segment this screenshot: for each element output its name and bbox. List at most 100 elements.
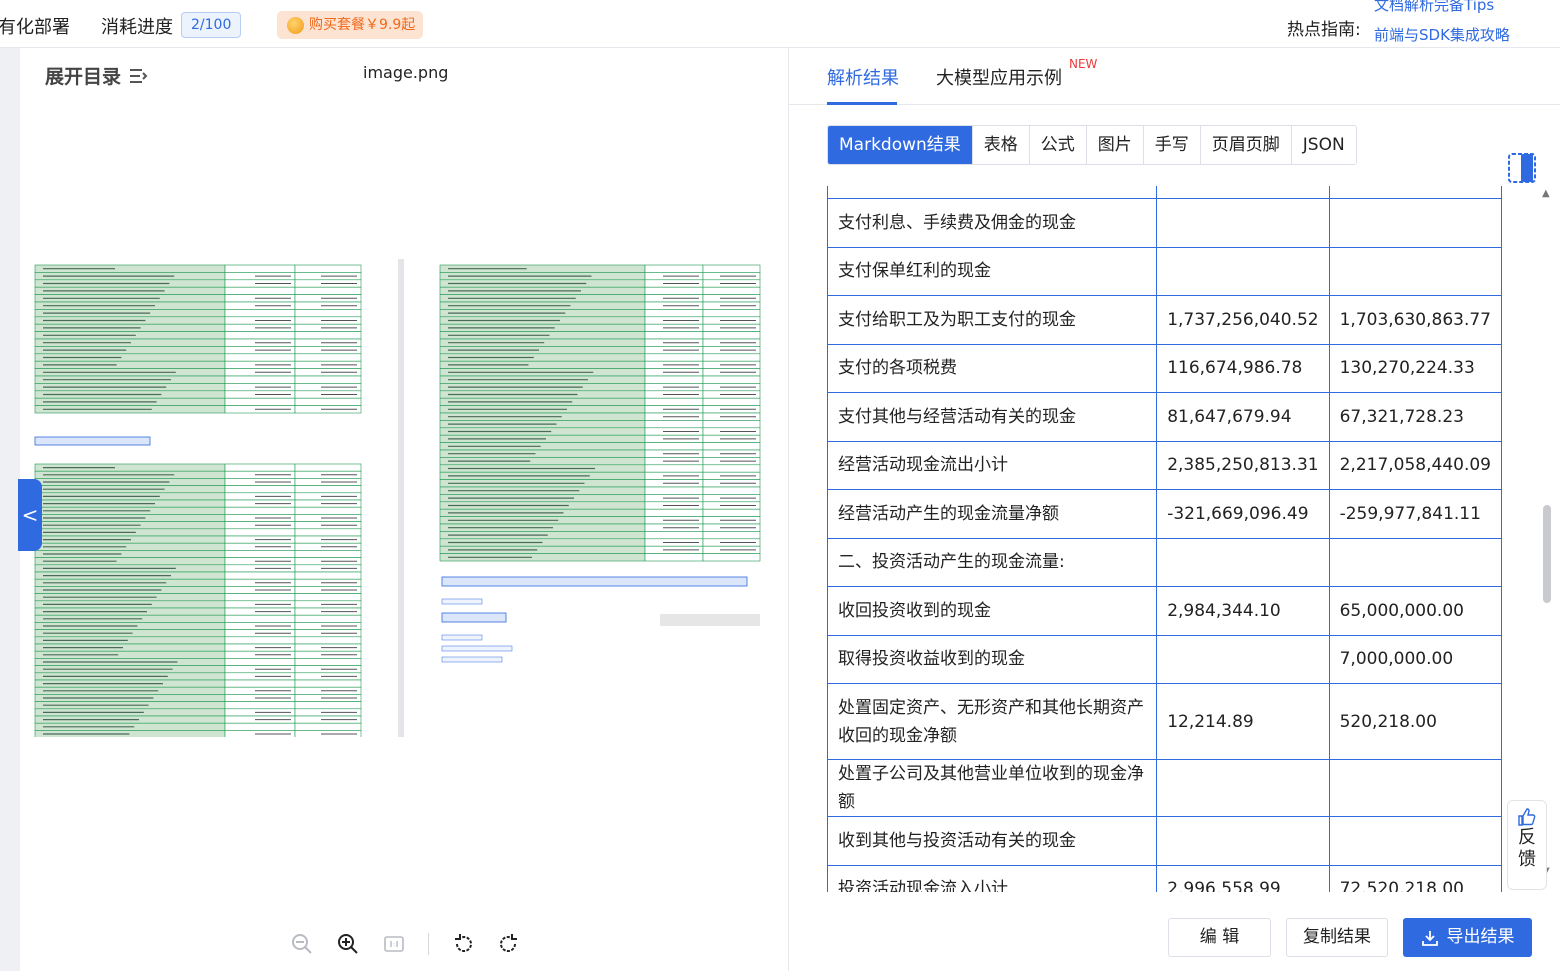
row-label-cell: 支付利息、手续费及佣金的现金	[827, 198, 1158, 248]
current-period-cell	[1156, 816, 1330, 866]
row-label-cell: 支付保单红利的现金	[827, 246, 1158, 296]
scan-cell	[702, 420, 761, 429]
page-left-scan	[34, 264, 362, 737]
scan-cell	[294, 571, 362, 580]
scan-cell	[224, 264, 296, 273]
toc-toggle-label: 展开目录	[45, 66, 122, 88]
scroll-thumb[interactable]	[1543, 505, 1551, 603]
scan-cell	[702, 486, 761, 495]
export-result-button[interactable]: 导出结果	[1403, 918, 1532, 957]
row-label-cell: 二、投资活动产生的现金流量:	[827, 537, 1158, 587]
scan-cell	[644, 531, 704, 540]
nav-item-private-deploy[interactable]: 有化部署	[0, 13, 70, 39]
current-period-cell: 2,984,344.10	[1156, 586, 1330, 636]
scan-cell	[644, 464, 704, 473]
row-label-cell: 投资活动现金流入小计	[827, 864, 1158, 892]
result-tab-bar: 解析结果 大模型应用示例 NEW	[789, 48, 1560, 105]
scan-cell	[294, 463, 362, 472]
table-row: 支付保单红利的现金	[827, 246, 1502, 296]
current-period-cell: 81,647,679.94	[1156, 392, 1330, 442]
scan-cell	[294, 331, 362, 340]
format-tab-formula[interactable]: 公式	[1029, 126, 1087, 164]
scan-cell	[224, 701, 296, 710]
scan-cell	[702, 442, 761, 451]
top-bar: 有化部署 消耗进度 2/100 购买套餐￥9.9起 热点指南: 文档解析完备Ti…	[0, 0, 1560, 48]
table-row: 处置子公司及其他营业单位收到的现金净额	[827, 759, 1502, 817]
scan-cell	[224, 309, 296, 318]
scan-cell	[644, 508, 704, 517]
scan-link	[441, 656, 503, 663]
row-label-cell: 经营活动现金流出小计	[827, 440, 1158, 490]
scan-cell	[702, 264, 761, 273]
hot-guide-label: 热点指南:	[1287, 20, 1361, 40]
result-scrollbar[interactable]: ▲ ▼	[1540, 188, 1554, 878]
scan-cell	[224, 571, 296, 580]
toc-toggle-button[interactable]: 展开目录	[45, 62, 149, 89]
chevron-left-icon: <	[21, 503, 39, 527]
table-row: 支付其他与经营活动有关的现金 81,647,679.94 67,321,728.23	[827, 392, 1502, 442]
scan-cell	[294, 550, 362, 558]
scan-cell	[294, 353, 362, 362]
rotate-right-icon[interactable]	[497, 932, 521, 956]
scan-cell	[294, 397, 362, 406]
current-period-cell: 1,737,256,040.52	[1156, 295, 1330, 345]
buy-package-button[interactable]: 购买套餐￥9.9起	[277, 11, 424, 39]
scan-cell	[644, 264, 704, 273]
result-table: 支付利息、手续费及佣金的现金 支付保单红利的现金 支付给职工及为职工支付的现金 1,7…	[827, 186, 1502, 892]
buy-package-label: 购买套餐￥9.9起	[309, 17, 416, 33]
scan-link	[441, 634, 483, 641]
scan-cell	[224, 614, 296, 623]
hot-link-1[interactable]: 前端与SDK集成攻略	[1374, 24, 1544, 44]
row-label-cell: 经营活动产生的现金流量净额	[827, 489, 1158, 539]
feedback-button[interactable]: 反馈	[1507, 800, 1547, 890]
scan-cell	[224, 375, 296, 384]
scan-cell	[702, 309, 761, 318]
format-tab-handwriting[interactable]: 手写	[1143, 126, 1201, 164]
prior-period-cell	[1328, 186, 1502, 199]
format-tab-json[interactable]: JSON	[1291, 126, 1356, 164]
rotate-left-icon[interactable]	[451, 932, 475, 956]
current-period-cell	[1156, 198, 1330, 248]
scan-cell	[294, 485, 362, 494]
table-row: 收到其他与投资活动有关的现金	[827, 816, 1502, 866]
zoom-in-icon[interactable]	[336, 932, 360, 956]
actual-size-icon[interactable]	[382, 932, 406, 956]
scan-cell	[294, 286, 362, 295]
scan-cell	[294, 375, 362, 384]
zoom-out-icon[interactable]	[290, 932, 314, 956]
format-tab-image[interactable]: 图片	[1086, 126, 1144, 164]
scan-cell	[294, 679, 362, 688]
scan-cell	[644, 286, 704, 295]
scan-cell	[294, 593, 362, 602]
document-page-image	[30, 259, 778, 737]
scan-blur	[660, 614, 760, 626]
collapse-panel-button[interactable]: <	[18, 479, 42, 551]
prior-period-cell: 130,270,224.33	[1328, 343, 1502, 393]
active-tab-indicator	[827, 102, 897, 105]
scan-cell	[702, 464, 761, 473]
prior-period-cell	[1328, 198, 1502, 248]
scan-cell	[294, 701, 362, 710]
hot-link-0[interactable]: 文档解析完备Tips	[1374, 0, 1544, 15]
scroll-up-arrow-icon[interactable]: ▲	[1542, 188, 1550, 199]
scan-cell	[644, 353, 704, 362]
new-badge: NEW	[1069, 57, 1098, 71]
split-view-icon[interactable]	[1507, 151, 1537, 185]
scan-cell	[644, 309, 704, 318]
prior-period-cell	[1328, 246, 1502, 296]
table-row: 取得投资收益收到的现金 7,000,000.00	[827, 634, 1502, 684]
copy-result-button[interactable]: 复制结果	[1286, 918, 1388, 957]
tab-parse-result[interactable]: 解析结果	[827, 64, 899, 90]
tab-llm-examples[interactable]: 大模型应用示例	[936, 64, 1062, 90]
edit-button[interactable]: 编 辑	[1168, 918, 1271, 957]
format-tab-table[interactable]: 表格	[972, 126, 1030, 164]
scan-cell	[224, 397, 296, 406]
prior-period-cell: -259,977,841.11	[1328, 489, 1502, 539]
format-tab-markdown[interactable]: Markdown结果	[828, 126, 973, 164]
table-row	[827, 186, 1502, 199]
format-tab-header-footer[interactable]: 页眉页脚	[1200, 126, 1292, 164]
markdown-result-view[interactable]: 支付利息、手续费及佣金的现金 支付保单红利的现金 支付给职工及为职工支付的现金 1,7…	[827, 186, 1502, 892]
row-label-cell: 处置子公司及其他营业单位收到的现金净额	[827, 759, 1158, 817]
scan-heading	[441, 612, 507, 623]
prior-period-cell	[1328, 759, 1502, 817]
